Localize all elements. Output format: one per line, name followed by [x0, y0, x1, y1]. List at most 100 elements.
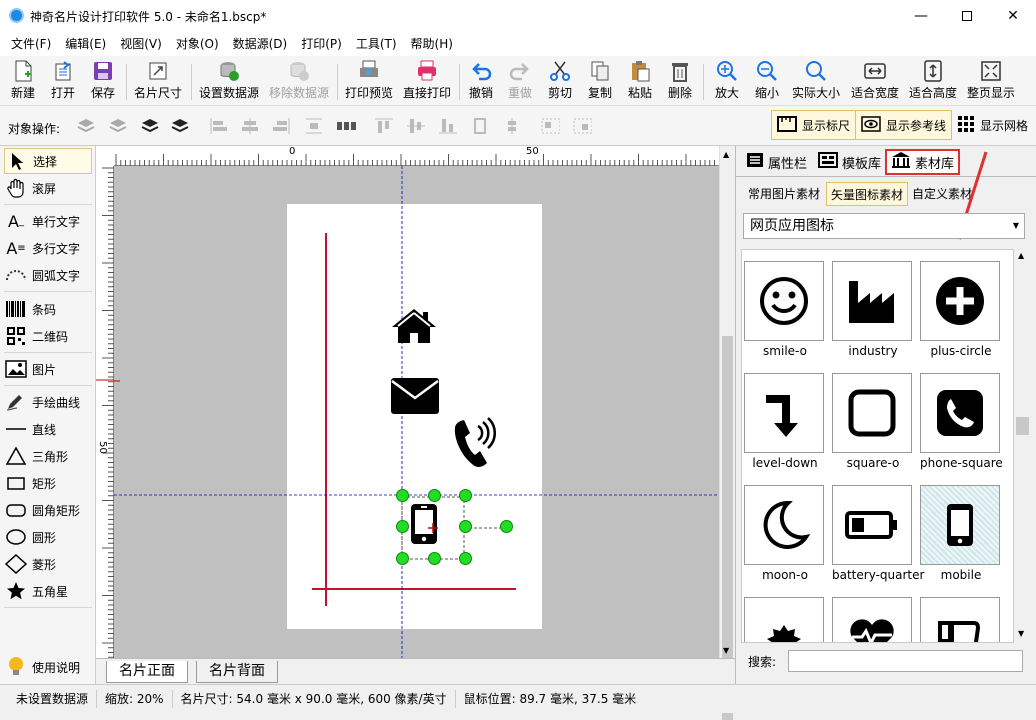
menu-object[interactable]: 对象(O) — [169, 32, 226, 56]
resize-handle-w[interactable] — [396, 520, 409, 533]
cut-button[interactable]: 剪切 — [543, 58, 577, 104]
menu-tools[interactable]: 工具(T) — [349, 32, 404, 56]
gallery-scroll-up-icon[interactable]: ▲ — [1018, 251, 1024, 260]
tool-circle[interactable]: 圆形 — [4, 524, 92, 550]
subtab-vector-icons[interactable]: 矢量图标素材 — [826, 182, 909, 206]
ungroup-icon[interactable] — [572, 116, 592, 136]
menu-view[interactable]: 视图(V) — [113, 32, 169, 56]
tool-freehand[interactable]: 手绘曲线 — [4, 389, 92, 415]
menu-print[interactable]: 打印(P) — [294, 32, 349, 56]
zoom-in-button[interactable]: 放大 — [710, 58, 744, 104]
same-width-icon[interactable] — [470, 116, 490, 136]
actual-size-button[interactable]: 实际大小 — [789, 58, 843, 104]
tool-star[interactable]: 五角星 — [4, 578, 92, 604]
align-right-icon[interactable] — [272, 116, 292, 136]
minimize-button[interactable]: — — [898, 0, 944, 32]
home-icon[interactable] — [390, 307, 438, 345]
scroll-up-icon[interactable]: ▲ — [723, 150, 729, 159]
redo-button[interactable]: 重做 — [503, 58, 537, 104]
distribute-icon[interactable] — [304, 116, 324, 136]
icon-cell-phone-square[interactable]: phone-square — [920, 373, 1003, 470]
tool-triangle[interactable]: 三角形 — [4, 443, 92, 469]
remove-datasource-button[interactable]: 移除数据源 — [266, 58, 332, 104]
icon-cell-heartbeat[interactable] — [832, 597, 914, 642]
icon-cell-thumbs-down[interactable] — [920, 597, 1002, 642]
tool-rectangle[interactable]: 矩形 — [4, 470, 92, 496]
gallery-scroll-thumb[interactable] — [1016, 417, 1029, 435]
resize-handle-sw[interactable] — [396, 552, 409, 565]
subtab-common-images[interactable]: 常用图片素材 — [744, 182, 824, 206]
icon-cell-level-down[interactable]: level-down — [744, 373, 826, 470]
menu-edit[interactable]: 编辑(E) — [58, 32, 113, 56]
icon-cell-plus-circle[interactable]: plus-circle — [920, 261, 1002, 358]
gallery-scrollbar[interactable]: ▲ ▼ — [1014, 249, 1031, 643]
show-guides-toggle[interactable]: 显示参考线 — [855, 110, 953, 140]
undo-button[interactable]: 撤销 — [464, 58, 498, 104]
open-button[interactable]: 打开 — [46, 58, 80, 104]
fit-width-button[interactable]: 适合宽度 — [848, 58, 902, 104]
tool-rounded-rect[interactable]: 圆角矩形 — [4, 497, 92, 523]
direct-print-button[interactable]: 直接打印 — [400, 58, 454, 104]
icon-cell-square-o[interactable]: square-o — [832, 373, 914, 470]
maximize-button[interactable] — [944, 0, 990, 32]
tool-single-text[interactable]: A _ 单行文字 — [4, 208, 92, 234]
gallery-scroll-down-icon[interactable]: ▼ — [1018, 629, 1024, 638]
fit-page-button[interactable]: 整页显示 — [964, 58, 1018, 104]
align-bottom-icon[interactable] — [438, 116, 458, 136]
resize-handle-se[interactable] — [459, 552, 472, 565]
tool-help[interactable]: 使用说明 — [4, 654, 92, 680]
scroll-down-icon[interactable]: ▼ — [723, 646, 729, 655]
tool-barcode[interactable]: 条码 — [4, 296, 92, 322]
rotate-handle[interactable] — [500, 520, 513, 533]
tool-arc-text[interactable]: 圆弧文字 — [4, 262, 92, 288]
tab-properties[interactable]: 属性栏 — [742, 149, 811, 175]
tool-line[interactable]: 直线 — [4, 416, 92, 442]
send-back-icon[interactable] — [170, 116, 190, 136]
phone-volume-icon[interactable] — [450, 414, 498, 470]
copy-button[interactable]: 复制 — [583, 58, 617, 104]
tab-card-back[interactable]: 名片背面 — [196, 661, 278, 683]
resize-handle-s[interactable] — [428, 552, 441, 565]
save-button[interactable]: 保存 — [86, 58, 120, 104]
tab-materials[interactable]: 素材库 — [885, 149, 961, 175]
tab-card-front[interactable]: 名片正面 — [106, 661, 188, 683]
tool-select[interactable]: 选择 — [4, 148, 92, 174]
tool-pan[interactable]: 滚屏 — [4, 175, 92, 201]
icon-cell-moon-o[interactable]: moon-o — [744, 485, 826, 582]
tool-qrcode[interactable]: 二维码 — [4, 323, 92, 349]
align-left-icon[interactable] — [208, 116, 228, 136]
paste-button[interactable]: 粘贴 — [623, 58, 657, 104]
category-select[interactable]: 网页应用图标 ▼ — [743, 213, 1025, 239]
resize-handle-nw[interactable] — [396, 489, 409, 502]
icon-cell-smile[interactable]: smile-o — [744, 261, 826, 358]
icon-cell-industry[interactable]: industry — [832, 261, 914, 358]
icon-cell-battery-quarter[interactable]: battery-quarter — [832, 485, 924, 582]
tool-diamond[interactable]: 菱形 — [4, 551, 92, 577]
search-input[interactable] — [788, 650, 1023, 672]
layers-up-icon[interactable] — [76, 116, 96, 136]
set-datasource-button[interactable]: 设置数据源 — [196, 58, 262, 104]
tool-multi-text[interactable]: A ≡ 多行文字 — [4, 235, 92, 261]
print-preview-button[interactable]: 打印预览 — [342, 58, 396, 104]
canvas-vertical-scrollbar[interactable]: ▲ ▼ — [719, 146, 735, 720]
zoom-out-button[interactable]: 缩小 — [750, 58, 784, 104]
close-button[interactable]: ✕ — [990, 0, 1036, 32]
distribute-h-icon[interactable] — [336, 116, 356, 136]
show-grid-toggle[interactable]: 显示网格 — [951, 110, 1034, 140]
tab-templates[interactable]: 模板库 — [814, 149, 885, 175]
align-center-icon[interactable] — [240, 116, 260, 136]
icon-cell-mobile[interactable]: mobile — [920, 485, 1002, 582]
new-button[interactable]: 新建 — [6, 58, 40, 104]
icon-cell-certificate[interactable] — [744, 597, 826, 642]
same-height-icon[interactable] — [502, 116, 522, 136]
resize-handle-n[interactable] — [428, 489, 441, 502]
resize-handle-e[interactable] — [459, 520, 472, 533]
fit-height-button[interactable]: 适合高度 — [906, 58, 960, 104]
menu-file[interactable]: 文件(F) — [4, 32, 58, 56]
envelope-icon[interactable] — [390, 377, 440, 415]
bring-front-icon[interactable] — [140, 116, 160, 136]
layers-down-icon[interactable] — [108, 116, 128, 136]
tool-image[interactable]: 图片 — [4, 356, 92, 382]
align-top-icon[interactable] — [374, 116, 394, 136]
delete-button[interactable]: 删除 — [663, 58, 697, 104]
